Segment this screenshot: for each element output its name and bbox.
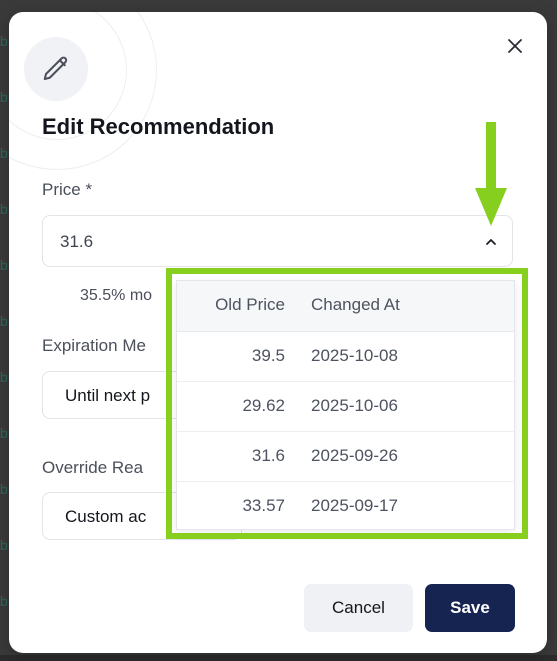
old-price-column-header: Old Price: [215, 295, 285, 314]
price-history-row[interactable]: 31.6 2025-09-26: [177, 432, 514, 482]
old-price-cell: 31.6: [251, 446, 285, 465]
price-history-header: Old Price Changed At: [177, 281, 514, 332]
backdrop-text: b: [0, 257, 8, 273]
changed-at-cell: 2025-10-06: [311, 396, 398, 415]
price-input[interactable]: 31.6: [42, 215, 513, 267]
backdrop-text: b: [0, 593, 8, 609]
expiration-value: Until next p: [65, 386, 151, 405]
expiration-label: Expiration Me: [42, 336, 146, 355]
override-reason-value: Custom ac: [65, 507, 147, 526]
backdrop-text: b: [0, 145, 8, 161]
backdrop-text: b: [0, 537, 8, 553]
old-price-cell: 33.57: [242, 496, 285, 515]
cancel-button[interactable]: Cancel: [304, 584, 413, 632]
backdrop-text: b: [0, 369, 8, 385]
price-history-row[interactable]: 29.62 2025-10-06: [177, 382, 514, 432]
modal-title: Edit Recommendation: [42, 114, 275, 139]
decorative-ring: [9, 12, 157, 170]
close-icon: [508, 39, 522, 53]
backdrop-text: b: [0, 481, 8, 497]
changed-at-column-header: Changed At: [311, 295, 400, 314]
price-history-row[interactable]: 33.57 2025-09-17: [177, 482, 514, 531]
close-button[interactable]: [503, 34, 527, 58]
backdrop-text: b: [0, 425, 8, 441]
backdrop-text: b: [0, 201, 8, 217]
save-button[interactable]: Save: [425, 584, 515, 632]
chevron-up-icon[interactable]: [484, 235, 498, 249]
price-history-row[interactable]: 39.5 2025-10-08: [177, 332, 514, 382]
backdrop-text: b: [0, 33, 8, 49]
override-reason-label: Override Rea: [42, 458, 144, 477]
backdrop-strip: [0, 655, 557, 661]
old-price-cell: 29.62: [242, 396, 285, 415]
old-price-cell: 39.5: [251, 346, 285, 365]
pencil-icon-container: [24, 37, 88, 101]
price-history-dropdown: Old Price Changed At 39.5 2025-10-08 29.…: [176, 280, 515, 530]
price-label: Price *: [42, 180, 93, 199]
backdrop-text: b: [0, 89, 8, 105]
price-helper-text: 35.5% mo: [80, 287, 153, 304]
annotation-arrow-icon: [475, 122, 507, 226]
backdrop-text: b: [0, 313, 8, 329]
changed-at-cell: 2025-09-26: [311, 446, 398, 465]
changed-at-cell: 2025-10-08: [311, 346, 398, 365]
changed-at-cell: 2025-09-17: [311, 496, 398, 515]
price-value: 31.6: [60, 232, 94, 251]
pencil-icon: [43, 56, 68, 80]
